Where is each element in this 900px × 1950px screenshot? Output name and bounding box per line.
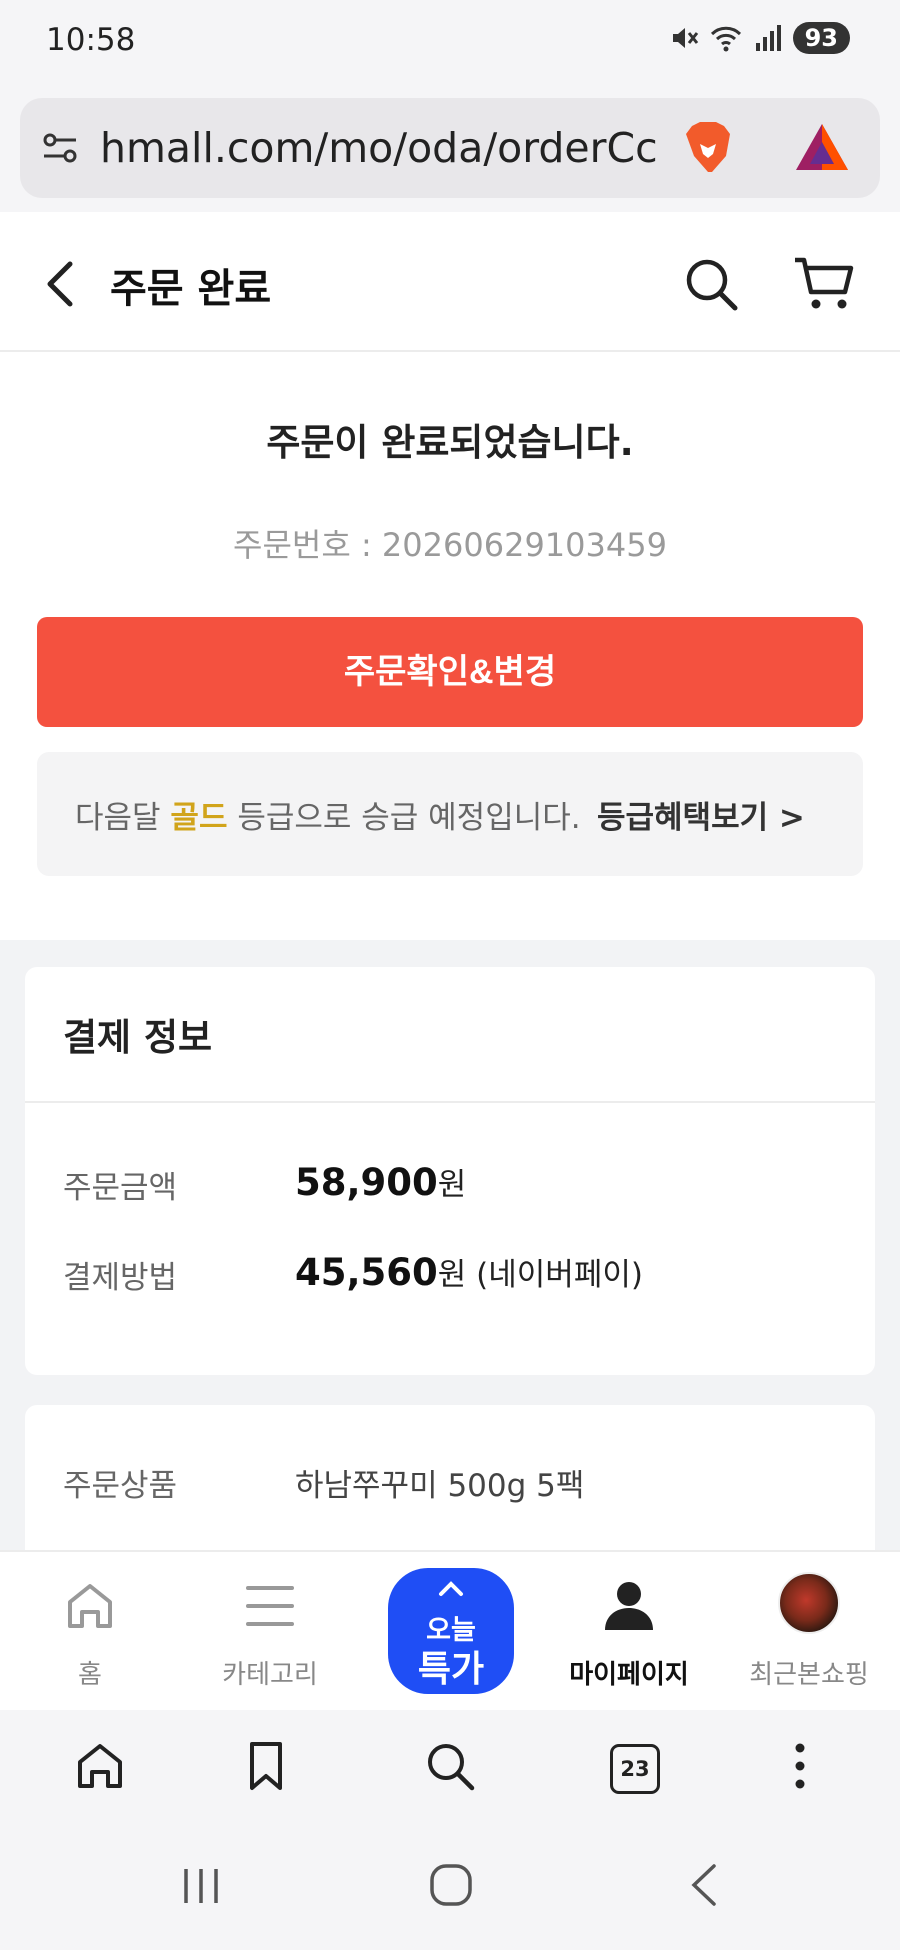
order-complete-title: 주문이 완료되었습니다.: [266, 421, 634, 464]
order-amount-unit: 원: [437, 1167, 467, 1203]
page-header: 주문 완료: [0, 212, 900, 352]
status-icons: 93: [669, 22, 850, 54]
chevron-up-icon: [439, 1581, 463, 1596]
grade-suffix: 등급으로 승급 예정입니다.: [227, 800, 581, 836]
grade-notice-text: 다음달 골드 등급으로 승급 예정입니다.: [75, 792, 581, 837]
nav-mypage-label[interactable]: 마이페이지: [549, 1654, 709, 1691]
payment-amount-unit: 원: [437, 1257, 467, 1293]
url-text[interactable]: hmall.com/mo/oda/orderCc: [100, 120, 675, 176]
brave-shields-icon[interactable]: [678, 118, 738, 178]
order-number: 주문번호 : 20260629103459: [0, 520, 900, 566]
more-options-icon[interactable]: [786, 1740, 814, 1792]
wifi-icon: [710, 26, 741, 52]
recent-apps-icon[interactable]: [180, 1865, 222, 1907]
order-product-label: 주문상품: [63, 1468, 178, 1504]
search-icon[interactable]: [683, 256, 741, 314]
order-number-label: 주문번호 :: [233, 526, 382, 564]
url-bar[interactable]: hmall.com/mo/oda/orderCc: [20, 98, 880, 198]
nav-home-label[interactable]: 홈: [10, 1654, 170, 1691]
order-amount-number: 58,900: [295, 1161, 438, 1204]
order-amount-value: 58,900원: [295, 1159, 466, 1204]
browser-bottom-toolbar: 23: [0, 1710, 900, 1830]
payment-method-value: 45,560원 (네이버페이): [295, 1249, 643, 1294]
signal-icon: [755, 25, 781, 51]
mute-icon: [672, 28, 698, 48]
home-button-icon[interactable]: [428, 1862, 474, 1908]
payment-method-label: 결제방법: [63, 1260, 178, 1296]
grade-notice: 다음달 골드 등급으로 승급 예정입니다. 등급혜택보기 >: [37, 752, 863, 876]
payment-info-title: 결제 정보: [63, 1016, 213, 1059]
grade-benefits-link[interactable]: 등급혜택보기 >: [597, 792, 805, 837]
payment-amount-number: 45,560: [295, 1251, 438, 1294]
grade-name: 골드: [170, 800, 228, 836]
nav-category[interactable]: 카테고리: [190, 1552, 350, 1712]
order-amount-label: 주문금액: [63, 1170, 178, 1206]
payment-info-card: 결제 정보 주문금액 58,900원 결제방법 45,560원 (네이버페이): [25, 967, 875, 1375]
chevron-right-icon: >: [778, 800, 805, 836]
page-title: 주문 완료: [110, 266, 272, 312]
payment-method-name: (네이버페이): [466, 1257, 643, 1293]
order-confirm-change-button[interactable]: 주문확인&변경: [37, 617, 863, 727]
grade-benefits-label[interactable]: 등급혜택보기: [597, 800, 768, 836]
order-number-value: 20260629103459: [381, 526, 667, 564]
order-product-value: 하남쭈꾸미 500g 5팩: [295, 1468, 585, 1504]
status-bar: 10:58 93: [0, 0, 900, 90]
cart-icon[interactable]: [792, 254, 856, 314]
site-settings-icon[interactable]: [40, 128, 80, 168]
system-back-icon[interactable]: [688, 1862, 722, 1908]
nav-recent-label[interactable]: 최근본쇼핑: [729, 1654, 889, 1691]
browser-home-icon[interactable]: [74, 1740, 126, 1792]
user-icon[interactable]: [601, 1578, 657, 1634]
today-deal-button[interactable]: 오늘 특가: [388, 1568, 514, 1694]
status-time: 10:58: [46, 22, 136, 58]
battery-indicator: 93: [792, 22, 850, 54]
recent-product-thumbnail[interactable]: [778, 1572, 840, 1634]
tab-count-icon[interactable]: 23: [610, 1744, 660, 1794]
grade-prefix: 다음달: [75, 800, 171, 836]
home-icon[interactable]: [62, 1578, 118, 1634]
nav-home[interactable]: 홈: [10, 1552, 170, 1712]
menu-icon[interactable]: [242, 1578, 298, 1634]
divider: [25, 1101, 875, 1103]
nav-recent[interactable]: 최근본쇼핑: [729, 1552, 889, 1712]
brave-rewards-icon[interactable]: [792, 120, 852, 176]
nav-mypage[interactable]: 마이페이지: [549, 1552, 709, 1712]
back-arrow-icon[interactable]: [40, 256, 80, 312]
browser-search-icon[interactable]: [424, 1740, 478, 1794]
today-deal-label-bottom[interactable]: 특가: [388, 1640, 514, 1692]
nav-category-label[interactable]: 카테고리: [190, 1654, 350, 1691]
browser-toolbar: hmall.com/mo/oda/orderCc: [0, 90, 900, 212]
system-navigation-bar: [0, 1830, 900, 1950]
bookmark-icon[interactable]: [240, 1740, 292, 1792]
